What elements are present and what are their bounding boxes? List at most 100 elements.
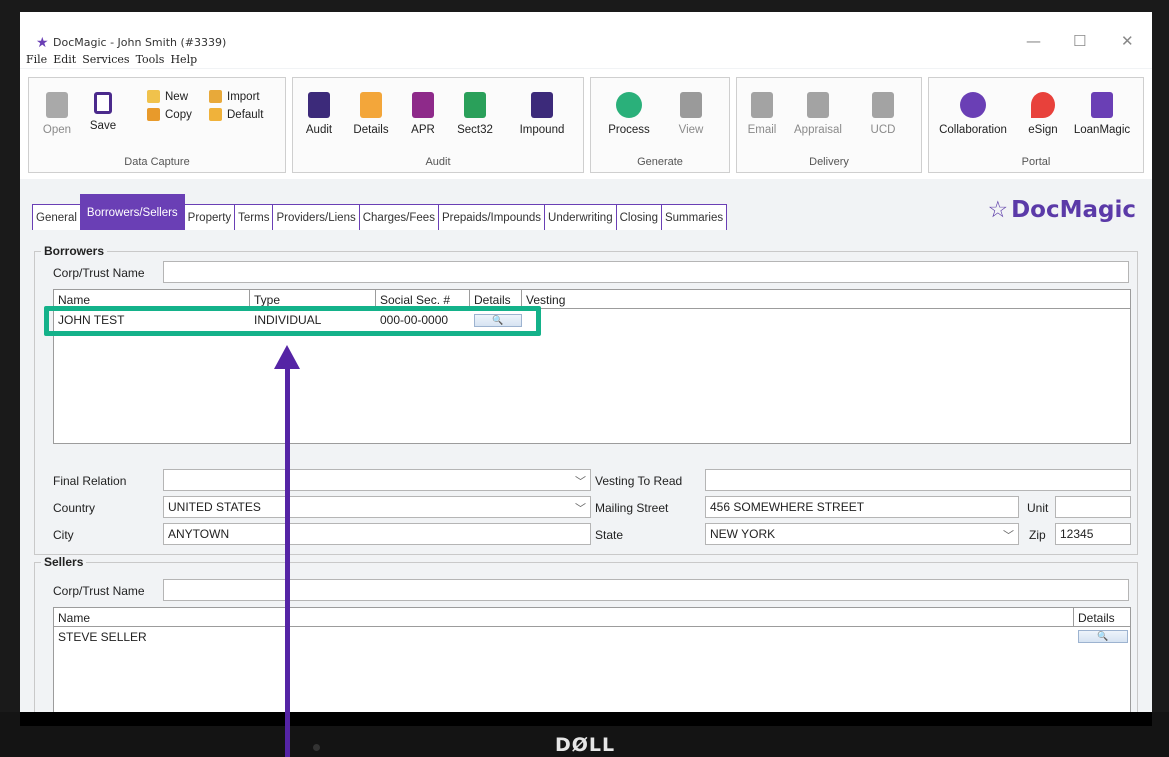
docmagic-logo: ☆ DocMagic: [987, 197, 1136, 223]
sellers-corp-trust-input[interactable]: [163, 579, 1129, 601]
details-icon: [360, 92, 382, 118]
email-button[interactable]: Email: [743, 92, 781, 136]
tab-borrowers-sellers[interactable]: Borrowers/Sellers: [79, 194, 185, 230]
tab-prepaids-impounds[interactable]: Prepaids/Impounds: [437, 204, 546, 230]
col-header-vesting[interactable]: Vesting: [522, 290, 1130, 309]
docmagic-star-icon: ★: [36, 34, 49, 50]
appraisal-button[interactable]: Appraisal: [787, 92, 849, 136]
tab-underwriting[interactable]: Underwriting: [544, 204, 617, 230]
ucd-icon: [872, 92, 894, 118]
unit-label: Unit: [1027, 501, 1049, 515]
menu-file[interactable]: File: [26, 53, 47, 66]
new-document-icon: [147, 90, 160, 103]
tab-charges-fees[interactable]: Charges/Fees: [358, 204, 439, 230]
app-window: ★ DocMagic - John Smith (#3339) — ☐ ✕ Fi…: [20, 12, 1152, 712]
esign-button[interactable]: eSign: [1023, 92, 1063, 136]
webcam-icon: [313, 744, 320, 751]
chevron-down-icon: ﹀: [575, 503, 586, 515]
unit-input[interactable]: [1055, 496, 1131, 518]
laptop-bezel-right: [1152, 0, 1169, 757]
collaboration-people-icon: [960, 92, 986, 118]
laptop-bezel-left: [0, 0, 20, 757]
vesting-to-read-input[interactable]: [705, 469, 1131, 491]
ucd-button[interactable]: UCD: [865, 92, 901, 136]
impound-button[interactable]: Impound: [511, 92, 573, 136]
default-icon: [209, 108, 222, 121]
minimize-button[interactable]: —: [1026, 32, 1041, 50]
ribbon-group-generate: Process View Generate: [590, 77, 730, 173]
borrowers-section: Borrowers Corp/Trust Name Name Type Soci…: [34, 244, 1138, 555]
sellers-grid: Name Details STEVE SELLER 🔍: [53, 607, 1131, 712]
mailing-street-label: Mailing Street: [595, 501, 669, 515]
tab-providers-liens[interactable]: Providers/Liens: [272, 204, 360, 230]
state-select[interactable]: NEW YORK ﹀: [705, 523, 1019, 545]
highlight-box: [44, 306, 541, 336]
country-select[interactable]: UNITED STATES ﹀: [163, 496, 591, 518]
loanmagic-button[interactable]: LoanMagic: [1069, 92, 1135, 136]
seller-name-cell: STEVE SELLER: [58, 630, 147, 644]
close-button[interactable]: ✕: [1121, 32, 1134, 50]
appraisal-icon: [807, 92, 829, 118]
default-button[interactable]: Default: [209, 108, 263, 121]
import-button[interactable]: Import: [209, 90, 260, 103]
open-button[interactable]: Open: [39, 92, 75, 136]
import-icon: [209, 90, 222, 103]
maximize-button[interactable]: ☐: [1073, 32, 1086, 50]
chevron-down-icon: ﹀: [575, 476, 586, 488]
laptop-screen-strip: [20, 712, 1152, 726]
grid-header: Name Details: [54, 608, 1130, 627]
tab-closing[interactable]: Closing: [615, 204, 662, 230]
ribbon-group-label: Data Capture: [124, 156, 190, 168]
sellers-legend: Sellers: [41, 555, 87, 569]
tab-summaries[interactable]: Summaries: [660, 204, 728, 230]
tab-general[interactable]: General: [32, 204, 81, 230]
borrowers-legend: Borrowers: [41, 244, 108, 258]
new-button[interactable]: New: [147, 90, 188, 103]
mailing-street-input[interactable]: 456 SOMEWHERE STREET: [705, 496, 1019, 518]
window-title: DocMagic - John Smith (#3339): [53, 36, 227, 49]
view-button[interactable]: View: [671, 92, 711, 136]
zip-input[interactable]: 12345: [1055, 523, 1131, 545]
final-relation-select[interactable]: ﹀: [163, 469, 591, 491]
menu-services[interactable]: Services: [82, 53, 129, 66]
apr-icon: [412, 92, 434, 118]
col-header-name[interactable]: Name: [54, 608, 1074, 627]
final-relation-label: Final Relation: [53, 474, 127, 488]
audit-icon: [308, 92, 330, 118]
esign-pin-icon: [1031, 92, 1055, 118]
audit-button[interactable]: Audit: [299, 92, 339, 136]
copy-icon: [147, 108, 160, 121]
tab-property[interactable]: Property: [183, 204, 236, 230]
menu-edit[interactable]: Edit: [53, 53, 76, 66]
city-input[interactable]: ANYTOWN: [163, 523, 591, 545]
view-icon: [680, 92, 702, 118]
col-header-details[interactable]: Details: [1074, 608, 1130, 627]
ribbon-group-label: Audit: [425, 156, 451, 168]
process-gear-icon: [616, 92, 642, 118]
vesting-to-read-label: Vesting To Read: [595, 474, 683, 488]
menu-help[interactable]: Help: [170, 53, 197, 66]
ribbon-group-label: Delivery: [809, 156, 849, 168]
chevron-down-icon: ﹀: [1003, 530, 1014, 542]
menu-tools[interactable]: Tools: [136, 53, 165, 66]
save-button[interactable]: Save: [85, 92, 121, 132]
zip-label: Zip: [1029, 528, 1046, 542]
ribbon-group-data-capture: Open Save New Copy Import Default Data C…: [28, 77, 286, 173]
details-button[interactable]: Details: [349, 92, 393, 136]
collaboration-button[interactable]: Collaboration: [933, 92, 1013, 136]
state-label: State: [595, 528, 624, 542]
process-button[interactable]: Process: [599, 92, 659, 136]
ribbon-group-audit: Audit Details APR Sect32 Impound Audit: [292, 77, 584, 173]
arrow-shaft: [285, 366, 290, 757]
floppy-disk-icon: [94, 92, 112, 114]
tab-terms[interactable]: Terms: [234, 204, 274, 230]
copy-button[interactable]: Copy: [147, 108, 192, 121]
sellers-corp-trust-label: Corp/Trust Name: [53, 584, 145, 598]
star-outline-icon: ☆: [987, 197, 1009, 223]
sect32-button[interactable]: Sect32: [453, 92, 497, 136]
apr-button[interactable]: APR: [405, 92, 441, 136]
sellers-section: Sellers Corp/Trust Name Name Details STE…: [34, 555, 1138, 712]
seller-details-button[interactable]: 🔍: [1078, 630, 1128, 643]
corp-trust-input[interactable]: [163, 261, 1129, 283]
impound-dollar-icon: [531, 92, 553, 118]
